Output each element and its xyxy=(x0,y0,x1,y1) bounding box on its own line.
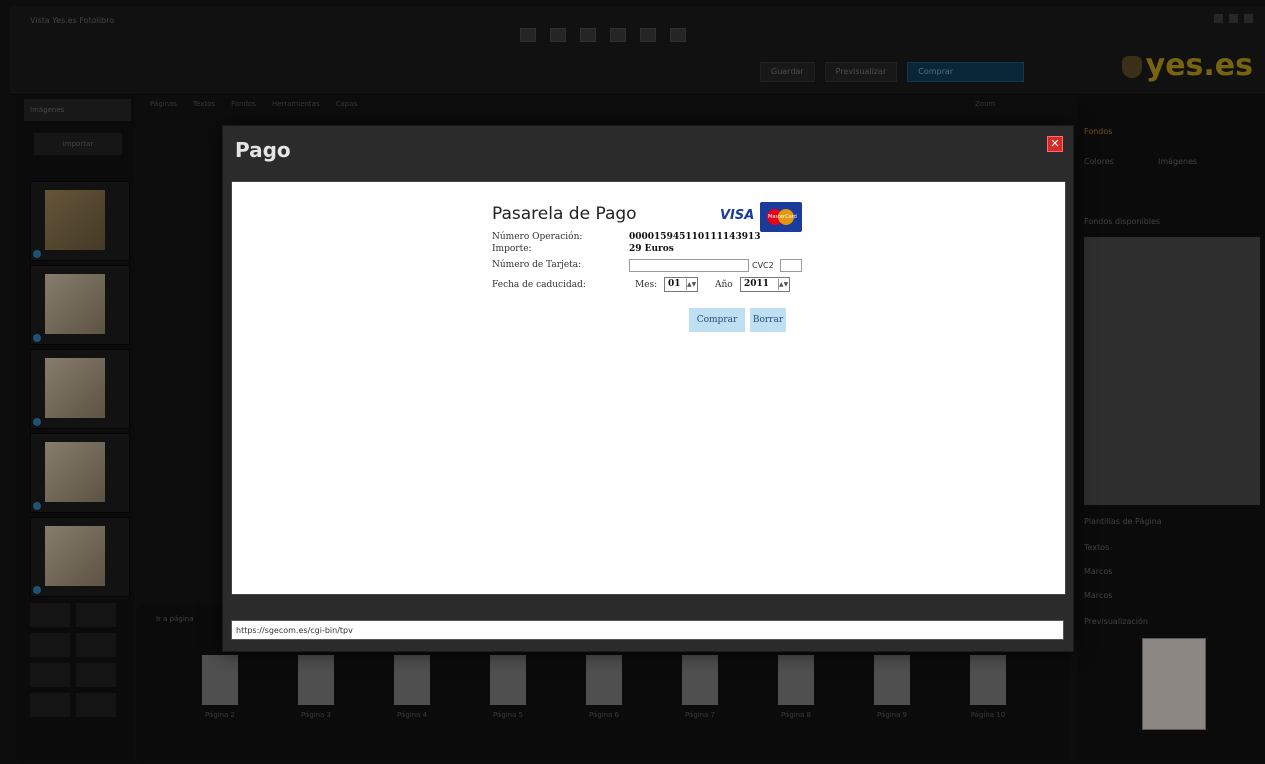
pay-button[interactable]: Comprar xyxy=(689,308,745,332)
cvc-label: CVC2 xyxy=(752,261,774,270)
expiry-label: Fecha de caducidad: xyxy=(492,280,586,290)
card-number-input[interactable] xyxy=(629,259,749,272)
payment-frame: Pasarela de Pago VISA MasterCard Número … xyxy=(231,181,1066,595)
operation-label: Número Operación: xyxy=(492,232,583,242)
month-label: Mes: xyxy=(635,280,658,290)
gateway-title: Pasarela de Pago xyxy=(492,204,637,224)
url-bar: https://sgecom.es/cgi-bin/tpv xyxy=(231,620,1064,640)
spinner-icon: ▲▼ xyxy=(686,279,697,290)
modal-title: Pago xyxy=(235,138,291,162)
clear-button[interactable]: Borrar xyxy=(750,308,786,332)
month-select[interactable]: 01 ▲▼ xyxy=(664,277,698,292)
month-value: 01 xyxy=(668,279,681,289)
card-number-label: Número de Tarjeta: xyxy=(492,260,582,270)
mastercard-logo: MasterCard xyxy=(760,202,802,232)
year-select[interactable]: 2011 ▲▼ xyxy=(740,277,790,292)
close-icon[interactable]: ✕ xyxy=(1047,136,1063,152)
year-label: Año xyxy=(715,280,733,290)
cvc-input[interactable] xyxy=(780,259,802,272)
payment-modal: Pago ✕ Pasarela de Pago VISA MasterCard … xyxy=(222,125,1074,652)
operation-value: 000015945110111143913 xyxy=(629,232,761,242)
amount-label: Importe: xyxy=(492,244,532,254)
mastercard-label: MasterCard xyxy=(768,214,797,220)
amount-value: 29 Euros xyxy=(629,244,674,254)
visa-logo: VISA xyxy=(720,208,755,223)
spinner-icon: ▲▼ xyxy=(778,279,789,290)
year-value: 2011 xyxy=(744,279,770,289)
